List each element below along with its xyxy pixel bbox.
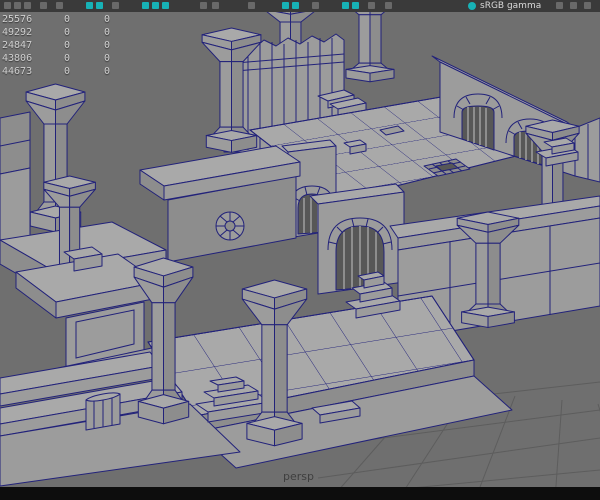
toolbar-icon[interactable] (312, 2, 319, 9)
hud-value: 0 (104, 14, 111, 25)
hud-value: 0 (64, 66, 71, 77)
hud-row: 44673 0 0 (2, 65, 144, 78)
toolbar-icon[interactable] (352, 2, 359, 9)
back-left-wall (0, 112, 30, 244)
barrel (86, 393, 120, 430)
toolbar-icon[interactable] (40, 2, 47, 9)
hud-value: 49292 (2, 27, 33, 38)
hud-row: 43806 0 0 (2, 52, 144, 65)
hud-value: 0 (104, 66, 111, 77)
hud-value: 0 (64, 53, 71, 64)
toolbar-icon[interactable] (56, 2, 63, 9)
toolbar-icon[interactable] (152, 2, 159, 9)
toolbar-icon[interactable] (282, 2, 289, 9)
toolbar-icon[interactable] (162, 2, 169, 9)
toolbar-icon[interactable] (212, 2, 219, 9)
toolbar-icon[interactable] (556, 2, 563, 9)
toolbar-icon[interactable] (24, 2, 31, 9)
arch-centre (310, 184, 404, 294)
rosette (216, 212, 244, 240)
bottom-bar (0, 487, 600, 500)
toolbar-icon[interactable] (112, 2, 119, 9)
hud-value: 0 (64, 40, 71, 51)
gamma-icon (468, 2, 476, 10)
camera-label: persp (283, 470, 314, 483)
hud-value: 44673 (2, 66, 33, 77)
hud-value: 24847 (2, 40, 33, 51)
hud-row: 25576 0 0 (2, 13, 144, 26)
heads-up-display: 25576 0 0 49292 0 0 24847 0 0 43806 0 0 44673 0 0 (2, 13, 144, 78)
hud-value: 25576 (2, 14, 33, 25)
hud-row: 24847 0 0 (2, 39, 144, 52)
hud-value: 0 (104, 53, 111, 64)
toolbar-icon[interactable] (248, 2, 255, 9)
toolbar-icon[interactable] (142, 2, 149, 9)
toolbar-icon[interactable] (385, 2, 392, 9)
hud-value: 0 (104, 27, 111, 38)
hud-value: 0 (64, 27, 71, 38)
toolbar-icon[interactable] (14, 2, 21, 9)
toolbar-icon[interactable] (4, 2, 11, 9)
hud-row: 49292 0 0 (2, 26, 144, 39)
toolbar-icon[interactable] (342, 2, 349, 9)
toolbar-icon[interactable] (96, 2, 103, 9)
toolbar-icon[interactable] (292, 2, 299, 9)
hud-value: 0 (104, 40, 111, 51)
toolbar-icon[interactable] (200, 2, 207, 9)
gamma-label: sRGB gamma (480, 1, 542, 11)
toolbar-icon[interactable] (368, 2, 375, 9)
toolbar-icon[interactable] (570, 2, 577, 9)
toolbar-icon[interactable] (584, 2, 591, 9)
hud-value: 0 (64, 14, 71, 25)
toolbar-icon[interactable] (86, 2, 93, 9)
hud-value: 43806 (2, 53, 33, 64)
gamma-control[interactable]: sRGB gamma (468, 0, 541, 12)
